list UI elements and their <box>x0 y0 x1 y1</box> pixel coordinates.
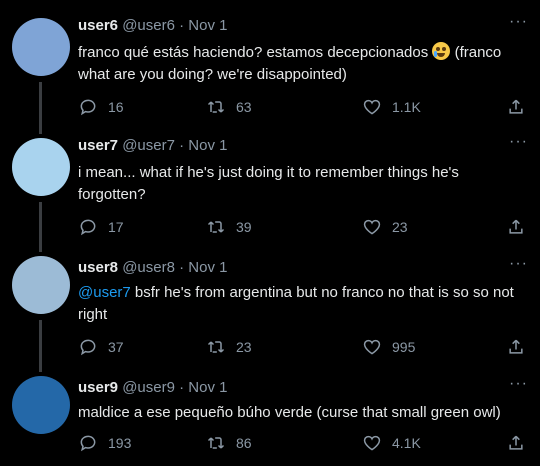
tweet-text-main: franco qué estás haciendo? estamos decep… <box>78 44 429 61</box>
tweet-actions: 17 39 23 <box>78 216 528 238</box>
retweet-count: 63 <box>236 99 252 115</box>
more-icon[interactable]: ··· <box>509 134 528 150</box>
reply-icon <box>80 99 96 116</box>
retweet-count: 23 <box>236 339 252 355</box>
share-button[interactable] <box>506 216 536 238</box>
like-button[interactable]: 4.1K <box>362 432 421 454</box>
reply-count: 193 <box>108 435 132 451</box>
retweet-icon <box>207 437 225 449</box>
reply-button[interactable]: 193 <box>78 432 131 454</box>
avatar[interactable] <box>12 18 70 76</box>
timestamp[interactable]: Nov 1 <box>188 137 227 154</box>
like-button[interactable]: 995 <box>362 336 415 358</box>
like-count: 4.1K <box>392 435 421 451</box>
more-icon[interactable]: ··· <box>509 14 528 30</box>
tweet[interactable]: user6 @user6 · Nov 1 ··· franco qué está… <box>0 14 540 124</box>
retweet-button[interactable]: 63 <box>206 96 252 118</box>
share-button[interactable] <box>506 336 536 358</box>
retweet-count: 39 <box>236 219 252 235</box>
tweet-text: franco qué estás haciendo? estamos decep… <box>78 42 522 86</box>
mention-link[interactable]: @user7 <box>78 284 131 301</box>
reply-count: 16 <box>108 99 124 115</box>
retweet-button[interactable]: 39 <box>206 216 252 238</box>
reply-icon <box>80 219 96 236</box>
more-icon[interactable]: ··· <box>509 376 528 392</box>
display-name[interactable]: user6 <box>78 17 118 34</box>
reply-count: 37 <box>108 339 124 355</box>
separator: · <box>179 17 185 34</box>
tweet-text: maldice a ese pequeño búho verde (curse … <box>78 404 501 421</box>
avatar[interactable] <box>12 138 70 196</box>
tweet[interactable]: user8 @user8 · Nov 1 ··· @user7 bsfr he'… <box>0 256 540 372</box>
like-count: 1.1K <box>392 99 421 115</box>
thread-line <box>39 120 42 134</box>
tweet-header: user8 @user8 · Nov 1 <box>78 256 227 280</box>
share-icon <box>509 435 523 450</box>
thread-line <box>39 82 42 124</box>
tweet-text: i mean... what if he's just doing it to … <box>78 164 459 203</box>
reply-icon <box>80 339 96 356</box>
avatar[interactable] <box>12 376 70 434</box>
display-name[interactable]: user8 <box>78 259 118 276</box>
share-button[interactable] <box>506 96 536 118</box>
retweet-icon <box>207 101 225 113</box>
tweet-text-main: bsfr he's from argentina but no franco n… <box>78 284 514 323</box>
retweet-button[interactable]: 23 <box>206 336 252 358</box>
tweet-actions: 37 23 995 <box>78 336 528 358</box>
display-name[interactable]: user9 <box>78 379 118 396</box>
retweet-count: 86 <box>236 435 252 451</box>
avatar[interactable] <box>12 256 70 314</box>
reply-icon <box>80 435 96 452</box>
handle[interactable]: @user6 <box>122 17 175 34</box>
tweet-text: @user7 bsfr he's from argentina but no f… <box>78 282 522 326</box>
reply-button[interactable]: 16 <box>78 96 124 118</box>
like-button[interactable]: 23 <box>362 216 408 238</box>
share-icon <box>509 99 523 114</box>
crying-face-icon <box>432 42 451 60</box>
timestamp[interactable]: Nov 1 <box>188 379 227 396</box>
timestamp[interactable]: Nov 1 <box>188 17 227 34</box>
like-count: 23 <box>392 219 408 235</box>
tweet-header: user9 @user9 · Nov 1 <box>78 376 227 400</box>
separator: · <box>179 259 185 276</box>
display-name[interactable]: user7 <box>78 137 118 154</box>
share-icon <box>509 339 523 354</box>
thread-line <box>39 320 42 372</box>
share-icon <box>509 219 523 234</box>
reply-button[interactable]: 17 <box>78 216 124 238</box>
heart-icon <box>363 219 381 235</box>
separator: · <box>179 137 185 154</box>
tweet[interactable]: user9 @user9 · Nov 1 ··· maldice a ese p… <box>0 376 540 466</box>
like-button[interactable]: 1.1K <box>362 96 421 118</box>
tweet-header: user7 @user7 · Nov 1 <box>78 134 227 158</box>
heart-icon <box>363 435 381 451</box>
thread-line <box>39 202 42 252</box>
heart-icon <box>363 339 381 355</box>
retweet-icon <box>207 221 225 233</box>
reply-button[interactable]: 37 <box>78 336 124 358</box>
reply-count: 17 <box>108 219 124 235</box>
tweet-actions: 193 86 4.1K <box>78 432 528 454</box>
separator: · <box>179 379 185 396</box>
handle[interactable]: @user8 <box>122 259 175 276</box>
timestamp[interactable]: Nov 1 <box>188 259 227 276</box>
retweet-button[interactable]: 86 <box>206 432 252 454</box>
handle[interactable]: @user7 <box>122 137 175 154</box>
handle[interactable]: @user9 <box>122 379 175 396</box>
heart-icon <box>363 99 381 115</box>
tweet-actions: 16 63 1.1K <box>78 96 528 118</box>
retweet-icon <box>207 341 225 353</box>
like-count: 995 <box>392 339 416 355</box>
more-icon[interactable]: ··· <box>509 256 528 272</box>
tweet-header: user6 @user6 · Nov 1 <box>78 14 227 38</box>
tweet[interactable]: user7 @user7 · Nov 1 ··· i mean... what … <box>0 120 540 252</box>
share-button[interactable] <box>506 432 536 454</box>
